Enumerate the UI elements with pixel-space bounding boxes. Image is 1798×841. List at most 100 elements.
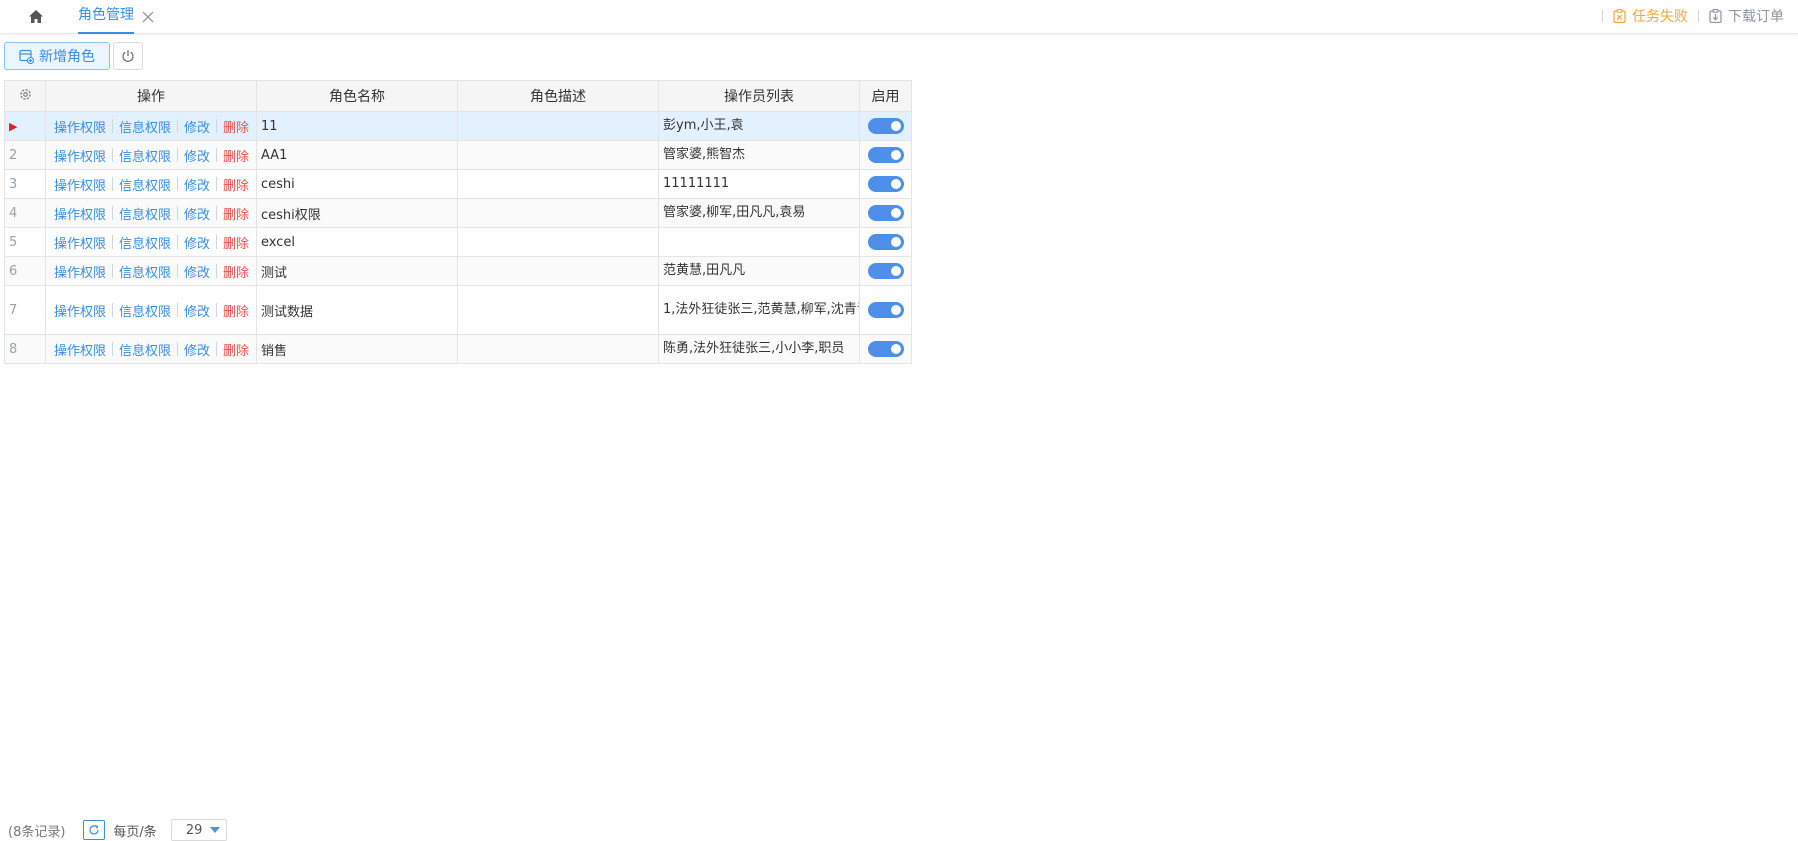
edit-link[interactable]: 修改: [184, 301, 210, 320]
row-index: 7: [4, 285, 46, 335]
divider: [112, 303, 114, 317]
divider: [177, 235, 179, 249]
table-row[interactable]: ▶ 操作权限 信息权限 修改 删除 11 彭ym,小王,袁: [4, 111, 912, 141]
header-enabled[interactable]: 启用: [859, 80, 912, 112]
top-right-actions: 任务失败 下载订单: [1592, 0, 1784, 32]
info-permission-link[interactable]: 信息权限: [119, 340, 171, 359]
header-operators[interactable]: 操作员列表: [658, 80, 860, 112]
info-permission-link[interactable]: 信息权限: [119, 301, 171, 320]
info-permission-link[interactable]: 信息权限: [119, 175, 171, 194]
close-icon[interactable]: [142, 10, 156, 24]
header-role-desc[interactable]: 角色描述: [457, 80, 659, 112]
page-size-select[interactable]: 29: [170, 819, 227, 841]
edit-link[interactable]: 修改: [184, 146, 210, 165]
operation-permission-link[interactable]: 操作权限: [54, 175, 106, 194]
divider: [177, 264, 179, 278]
delete-link[interactable]: 删除: [223, 301, 249, 320]
edit-link[interactable]: 修改: [184, 340, 210, 359]
role-desc-cell: [457, 169, 659, 199]
task-failed-button[interactable]: 任务失败: [1613, 6, 1688, 26]
enable-toggle[interactable]: [867, 205, 904, 221]
toggle-knob: [890, 150, 901, 160]
download-order-label: 下载订单: [1728, 9, 1784, 25]
table-row[interactable]: 3 操作权限 信息权限 修改 删除 ceshi 11111111: [4, 169, 912, 199]
info-permission-link[interactable]: 信息权限: [119, 262, 171, 281]
toggle-knob: [890, 237, 901, 247]
operation-permission-link[interactable]: 操作权限: [54, 233, 106, 252]
enable-toggle[interactable]: [867, 118, 904, 134]
divider: [112, 119, 114, 133]
operation-permission-link[interactable]: 操作权限: [54, 204, 106, 223]
delete-link[interactable]: 删除: [223, 340, 249, 359]
enable-toggle[interactable]: [867, 176, 904, 192]
operators-cell: 1,法外狂徒张三,范黄慧,柳军,沈青青,田凡凡,吴昌健,袁易,张南,职员: [658, 285, 860, 335]
row-index: 4: [4, 198, 46, 228]
enable-toggle[interactable]: [867, 234, 904, 250]
delete-link[interactable]: 删除: [223, 204, 249, 223]
edit-link[interactable]: 修改: [184, 204, 210, 223]
delete-link[interactable]: 删除: [223, 262, 249, 281]
enable-toggle[interactable]: [867, 147, 904, 163]
info-permission-link[interactable]: 信息权限: [119, 204, 171, 223]
delete-link[interactable]: 删除: [223, 117, 249, 136]
table-row[interactable]: 2 操作权限 信息权限 修改 删除 AA1 管家婆,熊智杰: [4, 140, 912, 170]
header-role-name[interactable]: 角色名称: [256, 80, 458, 112]
delete-link[interactable]: 删除: [223, 233, 249, 252]
power-button[interactable]: [113, 42, 143, 70]
toggle-knob: [890, 305, 901, 315]
add-role-label: 新增角色: [39, 49, 95, 65]
divider: [112, 264, 114, 278]
table-row[interactable]: 5 操作权限 信息权限 修改 删除 excel: [4, 227, 912, 257]
edit-link[interactable]: 修改: [184, 262, 210, 281]
download-order-button[interactable]: 下载订单: [1709, 6, 1784, 26]
role-desc-cell: [457, 198, 659, 228]
enabled-cell: [859, 169, 912, 199]
row-indicator: ▶: [4, 111, 46, 141]
header-actions: 操作: [45, 80, 257, 112]
edit-link[interactable]: 修改: [184, 175, 210, 194]
info-permission-link[interactable]: 信息权限: [119, 146, 171, 165]
operation-permission-link[interactable]: 操作权限: [54, 301, 106, 320]
role-desc-cell: [457, 140, 659, 170]
divider: [177, 303, 179, 317]
toolbar: 新增角色: [4, 42, 143, 70]
home-button[interactable]: [26, 6, 46, 26]
divider: [216, 206, 218, 220]
divider: [112, 206, 114, 220]
role-name-cell: 测试数据: [256, 285, 458, 335]
operators-cell: 彭ym,小王,袁: [658, 111, 860, 141]
add-role-button[interactable]: 新增角色: [4, 42, 110, 70]
tab-label[interactable]: 角色管理: [78, 0, 134, 34]
info-permission-link[interactable]: 信息权限: [119, 233, 171, 252]
operation-permission-link[interactable]: 操作权限: [54, 262, 106, 281]
delete-link[interactable]: 删除: [223, 146, 249, 165]
operation-permission-link[interactable]: 操作权限: [54, 340, 106, 359]
table-row[interactable]: 7 操作权限 信息权限 修改 删除 测试数据 1,法外狂徒张三,范黄慧,柳军,沈青…: [4, 285, 912, 335]
role-desc-cell: [457, 256, 659, 286]
tab-role-management[interactable]: 角色管理: [78, 0, 156, 34]
edit-link[interactable]: 修改: [184, 233, 210, 252]
refresh-button[interactable]: [83, 820, 106, 840]
row-actions: 操作权限 信息权限 修改 删除: [45, 227, 257, 257]
edit-link[interactable]: 修改: [184, 117, 210, 136]
divider: [216, 235, 218, 249]
divider: [216, 264, 218, 278]
enable-toggle[interactable]: [867, 302, 904, 318]
gear-icon[interactable]: [19, 88, 32, 101]
role-name-cell: excel: [256, 227, 458, 257]
table-row[interactable]: 6 操作权限 信息权限 修改 删除 测试 范黄慧,田凡凡: [4, 256, 912, 286]
info-permission-link[interactable]: 信息权限: [119, 117, 171, 136]
delete-link[interactable]: 删除: [223, 175, 249, 194]
divider: [216, 119, 218, 133]
role-desc-cell: [457, 334, 659, 364]
row-index: 6: [4, 256, 46, 286]
row-index: 2: [4, 140, 46, 170]
table-row[interactable]: 8 操作权限 信息权限 修改 删除 销售 陈勇,法外狂徒张三,小小李,职员: [4, 334, 912, 364]
enable-toggle[interactable]: [867, 341, 904, 357]
enable-toggle[interactable]: [867, 263, 904, 279]
operation-permission-link[interactable]: 操作权限: [54, 117, 106, 136]
table-row[interactable]: 4 操作权限 信息权限 修改 删除 ceshi权限 管家婆,柳军,田凡凡,袁易: [4, 198, 912, 228]
divider: [216, 148, 218, 162]
operation-permission-link[interactable]: 操作权限: [54, 146, 106, 165]
column-settings-header[interactable]: [4, 80, 46, 112]
